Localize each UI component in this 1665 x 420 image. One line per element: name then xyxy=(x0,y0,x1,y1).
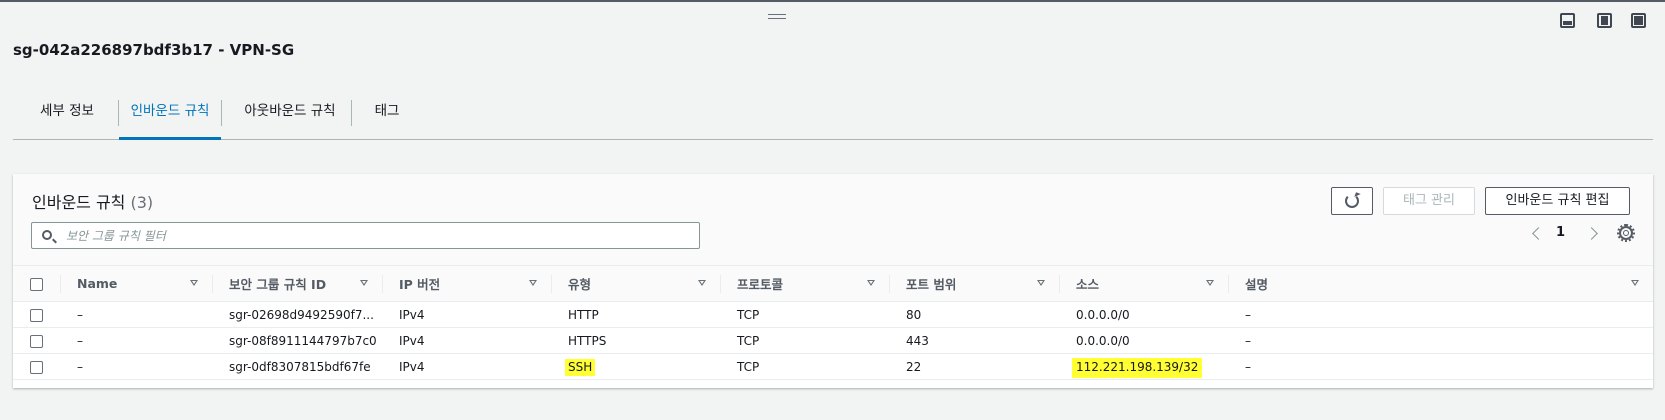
tab-outbound-rules[interactable]: 아웃바운드 규칙 xyxy=(239,91,341,140)
column-header-ip-version[interactable]: IP 버전 xyxy=(382,266,551,302)
highlighted-source: 112.221.198.139/32 xyxy=(1072,357,1203,378)
chevron-right-icon[interactable] xyxy=(1586,225,1600,243)
cell-protocol: TCP xyxy=(737,333,760,348)
sort-icon[interactable] xyxy=(529,280,537,286)
column-header-port-range[interactable]: 포트 범위 xyxy=(889,266,1059,302)
panel-title-text: 인바운드 규칙 xyxy=(32,193,126,212)
dock-side-icon[interactable] xyxy=(1597,13,1612,28)
page-number[interactable]: 1 xyxy=(1556,225,1565,240)
cell-ip-version: IPv4 xyxy=(399,307,425,322)
sort-icon[interactable] xyxy=(360,280,368,286)
cell-protocol: TCP xyxy=(737,359,760,374)
highlighted-type: SSH xyxy=(565,358,596,376)
cell-name: – xyxy=(77,307,83,322)
cell-type: SSH xyxy=(551,354,720,380)
cell-ip-version: IPv4 xyxy=(399,359,425,374)
row-checkbox[interactable] xyxy=(30,308,43,322)
tab-inbound-rules[interactable]: 인바운드 규칙 xyxy=(119,91,221,140)
cell-source: 0.0.0.0/0 xyxy=(1076,307,1130,322)
top-border xyxy=(0,0,1665,2)
table-row[interactable]: – sgr-0df8307815bdf67fe IPv4 SSH TCP 22 … xyxy=(13,353,1653,380)
cell-rule-id: sgr-0df8307815bdf67fe xyxy=(229,359,371,374)
column-header-source[interactable]: 소스 xyxy=(1059,266,1228,302)
cell-protocol: TCP xyxy=(737,307,760,322)
tab-details[interactable]: 세부 정보 xyxy=(31,91,103,140)
table-row[interactable]: – sgr-08f8911144797b7c0 IPv4 HTTPS TCP 4… xyxy=(13,327,1653,354)
cell-description: – xyxy=(1245,307,1251,322)
cell-rule-id: sgr-08f8911144797b7c0 xyxy=(229,333,377,348)
select-all-checkbox[interactable] xyxy=(30,278,43,291)
row-checkbox[interactable] xyxy=(30,334,43,348)
drag-handle-icon[interactable] xyxy=(768,13,786,20)
dock-top-icon[interactable] xyxy=(1631,13,1646,28)
cell-ip-version: IPv4 xyxy=(399,333,425,348)
cell-description: – xyxy=(1245,359,1251,374)
sort-icon[interactable] xyxy=(1037,280,1045,286)
cell-port-range: 80 xyxy=(906,307,922,322)
column-header-description[interactable]: 설명 xyxy=(1228,266,1653,302)
panel-title: 인바운드 규칙 (3) xyxy=(32,189,153,213)
tab-divider xyxy=(351,100,352,126)
page-title: sg-042a226897bdf3b17 - VPN-SG xyxy=(13,41,295,59)
cell-port-range: 443 xyxy=(906,333,929,348)
sort-icon[interactable] xyxy=(190,280,198,286)
tab-bar: 세부 정보 인바운드 규칙 아웃바운드 규칙 태그 xyxy=(13,91,1653,140)
table-row[interactable]: – sgr-02698d9492590f7... IPv4 HTTP TCP 8… xyxy=(13,301,1653,328)
tab-tags[interactable]: 태그 xyxy=(367,91,407,140)
sort-icon[interactable] xyxy=(1631,280,1639,286)
manage-tags-button[interactable]: 태그 관리 xyxy=(1383,187,1475,215)
row-checkbox[interactable] xyxy=(30,360,43,374)
cell-source: 0.0.0.0/0 xyxy=(1076,333,1130,348)
select-all-cell xyxy=(13,266,60,302)
cell-type: HTTPS xyxy=(568,333,607,348)
cell-description: – xyxy=(1245,333,1251,348)
cell-name: – xyxy=(77,359,83,374)
sort-icon[interactable] xyxy=(867,280,875,286)
cell-type: HTTP xyxy=(568,307,599,322)
refresh-icon xyxy=(1345,194,1359,208)
inbound-rules-panel: 인바운드 규칙 (3) 태그 관리 인바운드 규칙 편집 1 Name 보안 그… xyxy=(13,174,1653,388)
cell-source: 112.221.198.139/32 xyxy=(1059,354,1228,380)
chevron-left-icon[interactable] xyxy=(1530,225,1544,243)
panel-header: 인바운드 규칙 (3) 태그 관리 인바운드 규칙 편집 1 xyxy=(13,174,1653,265)
cell-name: – xyxy=(77,333,83,348)
refresh-button[interactable] xyxy=(1331,187,1373,215)
search-icon xyxy=(42,230,52,240)
column-header-protocol[interactable]: 프로토콜 xyxy=(720,266,889,302)
table-header-row: Name 보안 그룹 규칙 ID IP 버전 유형 프로토콜 포트 범위 소스 … xyxy=(13,265,1653,302)
column-header-name[interactable]: Name xyxy=(60,266,212,302)
rule-count: (3) xyxy=(130,193,154,212)
rules-table: Name 보안 그룹 규칙 ID IP 버전 유형 프로토콜 포트 범위 소스 … xyxy=(13,265,1653,380)
filter-input[interactable] xyxy=(64,226,664,246)
filter-box xyxy=(31,222,700,249)
tab-divider xyxy=(221,100,222,126)
dock-bottom-icon[interactable] xyxy=(1560,13,1575,28)
sort-icon[interactable] xyxy=(1206,280,1214,286)
cell-rule-id: sgr-02698d9492590f7... xyxy=(229,307,374,322)
gear-icon[interactable] xyxy=(1617,224,1635,242)
column-header-type[interactable]: 유형 xyxy=(551,266,720,302)
sort-icon[interactable] xyxy=(698,280,706,286)
cell-port-range: 22 xyxy=(906,359,922,374)
column-header-rule-id[interactable]: 보안 그룹 규칙 ID xyxy=(212,266,382,302)
edit-inbound-rules-button[interactable]: 인바운드 규칙 편집 xyxy=(1485,187,1630,215)
